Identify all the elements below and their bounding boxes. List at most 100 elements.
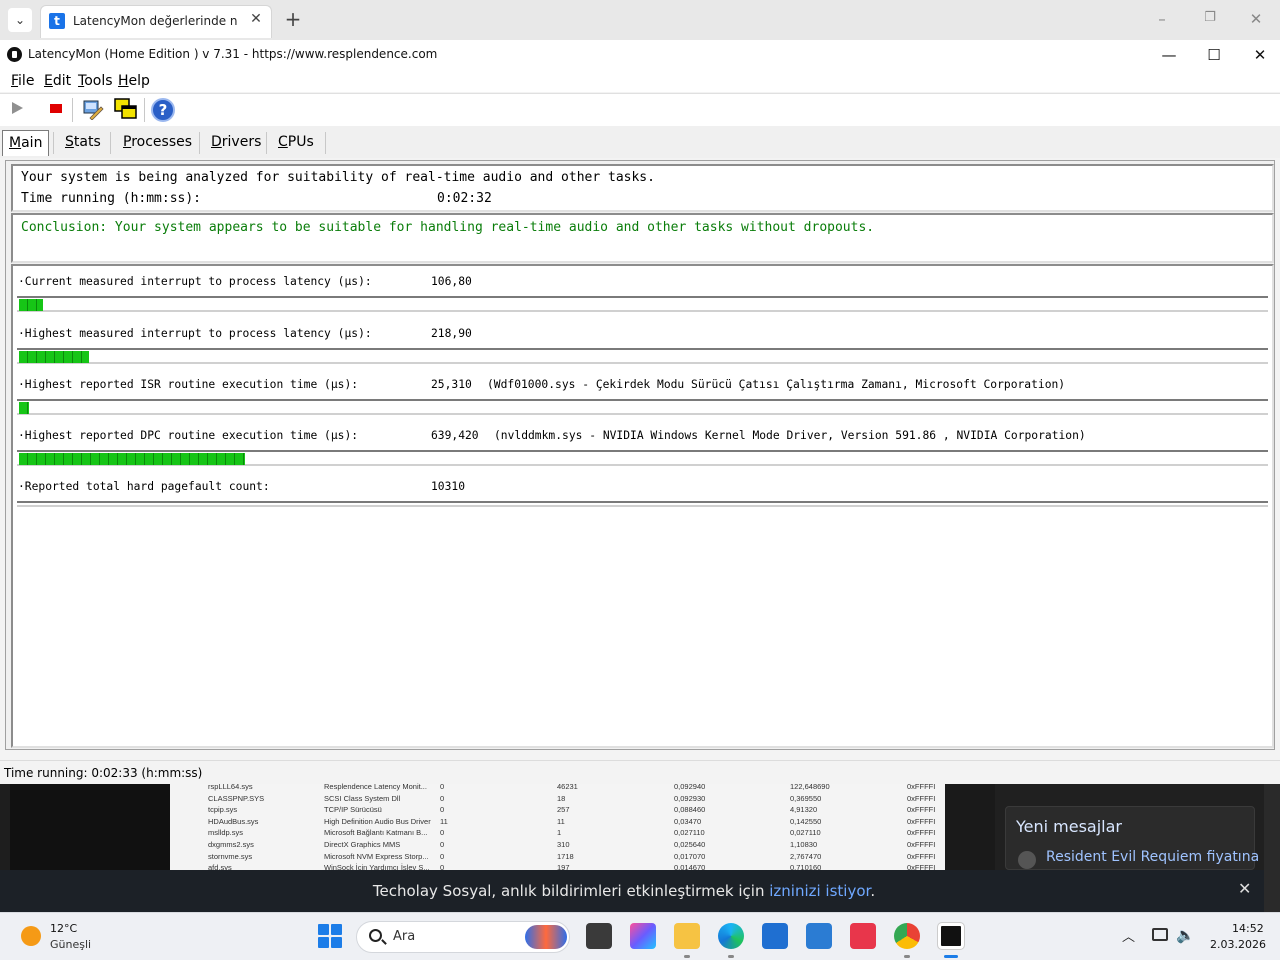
latency-bar — [17, 399, 1268, 415]
browser-close-button[interactable]: ✕ — [1246, 10, 1266, 30]
tool-icon[interactable] — [82, 98, 104, 120]
network-icon[interactable] — [1152, 928, 1168, 941]
chrome-icon[interactable] — [894, 923, 920, 949]
main-panel: Your system is being analyzed for suitab… — [5, 160, 1275, 750]
background-table-cell: 0,03470 — [674, 816, 702, 826]
background-table-cell: 0,092940 — [674, 782, 706, 791]
background-table-cell: 11 — [440, 816, 448, 826]
notification-permission-link[interactable]: izninizi istiyor — [769, 882, 870, 900]
play-icon[interactable] — [12, 102, 23, 114]
latency-bar — [17, 450, 1268, 466]
menu-help[interactable]: Help — [118, 73, 150, 89]
chevron-up-icon[interactable]: ︿ — [1122, 926, 1135, 945]
volume-icon[interactable]: 🔈 — [1176, 926, 1195, 944]
close-button[interactable]: ✕ — [1249, 45, 1271, 65]
background-table-cell: mslldp.sys — [208, 828, 244, 838]
background-table-cell: 1718 — [557, 851, 574, 861]
background-table-cell: 0xFFFFI — [907, 782, 936, 791]
windows-icon[interactable] — [114, 98, 138, 120]
notification-close-icon[interactable]: ✕ — [1238, 879, 1251, 898]
background-driver-table: rspLLL64.sys Resplendence Latency Monit..… — [200, 782, 945, 872]
tab-strip: Main Stats Processes Drivers CPUs — [0, 126, 1280, 158]
tab-divider — [266, 132, 267, 154]
tab-close-icon[interactable]: ✕ — [247, 11, 265, 31]
menu-file[interactable]: File — [11, 73, 34, 89]
background-table-cell: 0,025640 — [674, 840, 706, 849]
background-table-cell: 0,088460 — [674, 805, 706, 815]
new-messages-card[interactable]: Yeni mesajlar Resident Evil Requiem fiya… — [1005, 806, 1259, 870]
window-title: LatencyMon (Home Edition ) v 7.31 - http… — [28, 47, 438, 61]
tab-drivers[interactable]: Drivers — [205, 130, 267, 156]
background-table-cell: 122,648690 — [790, 782, 830, 791]
running-indicator — [728, 955, 734, 958]
menu-edit-accel: E — [44, 73, 53, 89]
microsoft-365-icon[interactable] — [630, 923, 656, 949]
message-thread-link[interactable]: Resident Evil Requiem fiyatına — [1046, 849, 1259, 865]
maximize-button[interactable]: ☐ — [1203, 45, 1225, 65]
tab-main[interactable]: Main — [2, 130, 50, 156]
metric-label: ·Highest reported DPC routine execution … — [18, 429, 359, 442]
background-table-cell: DirectX Graphics MMS — [324, 840, 401, 849]
start-button[interactable] — [318, 924, 342, 948]
tab-cpus-label: PUs — [287, 134, 314, 150]
new-tab-button[interactable]: + — [282, 8, 304, 30]
clock-date[interactable]: 2.03.2026 — [1210, 938, 1266, 951]
metric-label: ·Highest reported ISR routine execution … — [18, 378, 359, 391]
weather-description[interactable]: Güneşli — [50, 938, 91, 951]
running-indicator — [684, 955, 690, 958]
outlook-icon[interactable] — [806, 923, 832, 949]
browser-restore-button[interactable]: ❐ — [1200, 10, 1220, 30]
tab-drivers-accel: D — [211, 134, 222, 150]
background-table-cell: tcpip.sys — [208, 805, 238, 815]
menu-edit[interactable]: Edit — [44, 73, 71, 89]
tab-stats-label: tats — [73, 134, 101, 150]
edge-icon[interactable] — [718, 923, 744, 949]
sun-weather-icon[interactable] — [21, 926, 41, 946]
tab-processes-label: rocesses — [131, 134, 193, 150]
background-table-cell: 0xFFFFI — [907, 805, 936, 815]
tab-processes[interactable]: Processes — [117, 130, 198, 156]
background-table-cell: 0xFFFFI — [907, 793, 936, 803]
toolbar-separator — [144, 98, 145, 122]
tab-cpus[interactable]: CPUs — [272, 130, 320, 156]
clock-time[interactable]: 14:52 — [1232, 922, 1264, 935]
latencymon-app-icon — [7, 47, 22, 62]
tab-search-dropdown-icon[interactable]: ⌄ — [8, 8, 32, 32]
menu-help-accel: H — [118, 73, 129, 89]
browser-tab-bar: ⌄ t LatencyMon değerlerinde neler ✕ + – … — [0, 0, 1280, 40]
file-explorer-dark-icon[interactable] — [586, 923, 612, 949]
minimize-button[interactable]: — — [1158, 45, 1180, 65]
metric-detail: (Wdf01000.sys - Çekirdek Modu Sürücü Çat… — [487, 378, 1066, 391]
menu-file-accel: F — [11, 73, 19, 89]
background-table-cell: 0xFFFFI — [907, 816, 936, 826]
new-messages-title: Yeni mesajlar — [1016, 817, 1123, 836]
store-icon[interactable] — [762, 923, 788, 949]
latencymon-icon[interactable] — [937, 922, 965, 950]
metric-detail: (nvlddmkm.sys - NVIDIA Windows Kernel Mo… — [494, 429, 1086, 442]
tab-drivers-label: rivers — [221, 134, 262, 150]
running-indicator — [904, 955, 910, 958]
stop-icon[interactable] — [50, 104, 62, 113]
help-icon[interactable]: ? — [151, 98, 175, 122]
taskbar-search-box[interactable]: Ara — [356, 921, 570, 953]
search-icon — [369, 929, 382, 942]
weather-temperature[interactable]: 12°C — [50, 922, 77, 935]
background-table-cell: TCP/IP Sürücüsü — [324, 805, 382, 815]
search-placeholder: Ara — [393, 929, 416, 944]
page-scrollbar[interactable] — [1264, 784, 1280, 912]
pocket-icon[interactable] — [850, 923, 876, 949]
background-table-cell: 0xFFFFI — [907, 828, 936, 838]
toolbar-separator — [72, 98, 73, 122]
background-table-cell: 0,369550 — [790, 793, 822, 803]
browser-tab[interactable]: t LatencyMon değerlerinde neler ✕ — [40, 5, 272, 38]
folder-icon[interactable] — [674, 923, 700, 949]
background-table-cell: 0,027110 — [674, 828, 705, 838]
time-running-value: 0:02:32 — [437, 191, 492, 206]
avatar — [1018, 851, 1036, 869]
browser-minimize-button[interactable]: – — [1152, 10, 1172, 30]
background-table-cell: 0,092930 — [674, 793, 706, 803]
window-titlebar[interactable]: LatencyMon (Home Edition ) v 7.31 - http… — [0, 40, 1280, 70]
tab-stats[interactable]: Stats — [59, 130, 107, 156]
pagefault-divider — [17, 501, 1268, 507]
menu-tools[interactable]: Tools — [78, 73, 113, 89]
